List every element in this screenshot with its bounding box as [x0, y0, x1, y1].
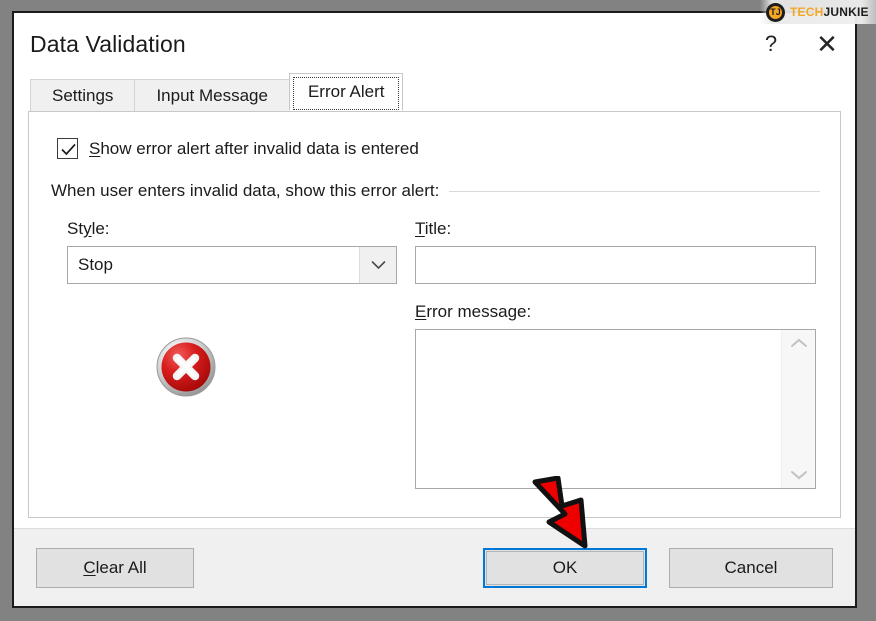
accel-y: y [83, 219, 92, 238]
style-label-post: le: [91, 219, 110, 238]
cancel-button[interactable]: Cancel [669, 547, 833, 588]
checkmark-icon [61, 143, 76, 156]
title-bar: Data Validation ? ✕ [14, 13, 855, 75]
tab-settings-label: Settings [52, 85, 114, 105]
show-error-alert-label: Show error alert after invalid data is e… [89, 139, 419, 159]
error-message-label: Error message: [415, 302, 816, 322]
group-header-label: When user enters invalid data, show this… [51, 181, 440, 200]
techjunkie-logo-icon: TJ [766, 2, 785, 22]
techjunkie-wordmark: TECHJUNKIE [790, 5, 869, 19]
chevron-down-icon[interactable] [789, 469, 809, 481]
show-error-alert-checkbox[interactable] [57, 138, 78, 159]
error-message-textarea-wrap [415, 329, 816, 489]
data-validation-dialog: Data Validation ? ✕ Settings Input Messa… [12, 11, 857, 608]
tab-input-message[interactable]: Input Message [134, 79, 290, 111]
error-alert-panel: Show error alert after invalid data is e… [28, 111, 841, 518]
chevron-down-glyph [371, 261, 385, 270]
error-message-scrollbar[interactable] [781, 330, 815, 488]
accel-s: S [89, 138, 101, 158]
page-title: Data Validation [30, 30, 186, 57]
dialog-footer: Clear All OK Cancel [14, 528, 855, 606]
techjunkie-text-secondary: JUNKIE [823, 5, 869, 19]
group-header: When user enters invalid data, show this… [51, 181, 820, 201]
ok-button[interactable]: OK [483, 547, 647, 588]
techjunkie-badge-text: TJ [769, 5, 782, 19]
error-message-input[interactable] [416, 330, 781, 488]
tab-settings[interactable]: Settings [30, 79, 136, 111]
fields-columns: Style: Stop Title: Error message: [49, 219, 820, 489]
chevron-up-icon[interactable] [789, 337, 809, 349]
clear-all-label-rest: lear All [95, 557, 147, 577]
close-icon[interactable]: ✕ [799, 19, 855, 69]
style-icon-area [67, 336, 415, 398]
clear-all-button[interactable]: Clear All [36, 547, 194, 588]
title-label-post: itle: [424, 219, 452, 238]
title-label: Title: [415, 219, 816, 239]
accel-c: C [83, 557, 96, 577]
techjunkie-watermark: TJ TECHJUNKIE [760, 0, 876, 24]
accel-t: T [415, 219, 425, 238]
right-column: Title: Error message: [415, 219, 820, 489]
techjunkie-text-primary: TECH [790, 5, 824, 19]
stop-error-icon [156, 337, 216, 397]
tab-strip: Settings Input Message Error Alert [30, 73, 841, 111]
title-input[interactable] [415, 246, 816, 284]
chevron-down-icon[interactable] [359, 247, 396, 283]
error-message-label-post: rror message: [426, 302, 532, 321]
tab-error-alert-label: Error Alert [307, 82, 385, 101]
show-error-alert-label-rest: how error alert after invalid data is en… [100, 138, 419, 158]
footer-right-buttons: OK Cancel [483, 547, 833, 588]
help-icon[interactable]: ? [743, 19, 799, 69]
tab-error-alert[interactable]: Error Alert [288, 73, 404, 111]
accel-e: E [415, 302, 427, 321]
show-error-alert-checkbox-row[interactable]: Show error alert after invalid data is e… [57, 138, 820, 159]
style-dropdown-value: Stop [78, 255, 113, 274]
clear-all-label: Clear All [83, 558, 146, 578]
left-column: Style: Stop [49, 219, 415, 489]
cancel-button-label: Cancel [724, 557, 778, 577]
screen-root: Data Validation ? ✕ Settings Input Messa… [0, 0, 876, 621]
group-header-separator [449, 190, 820, 192]
style-label-pre: St [67, 219, 84, 238]
dialog-body: Settings Input Message Error Alert Show … [14, 73, 855, 528]
tab-input-message-label: Input Message [156, 85, 268, 105]
style-label: Style: [67, 219, 415, 239]
ok-button-label: OK [552, 557, 578, 577]
style-dropdown[interactable]: Stop [67, 246, 397, 284]
